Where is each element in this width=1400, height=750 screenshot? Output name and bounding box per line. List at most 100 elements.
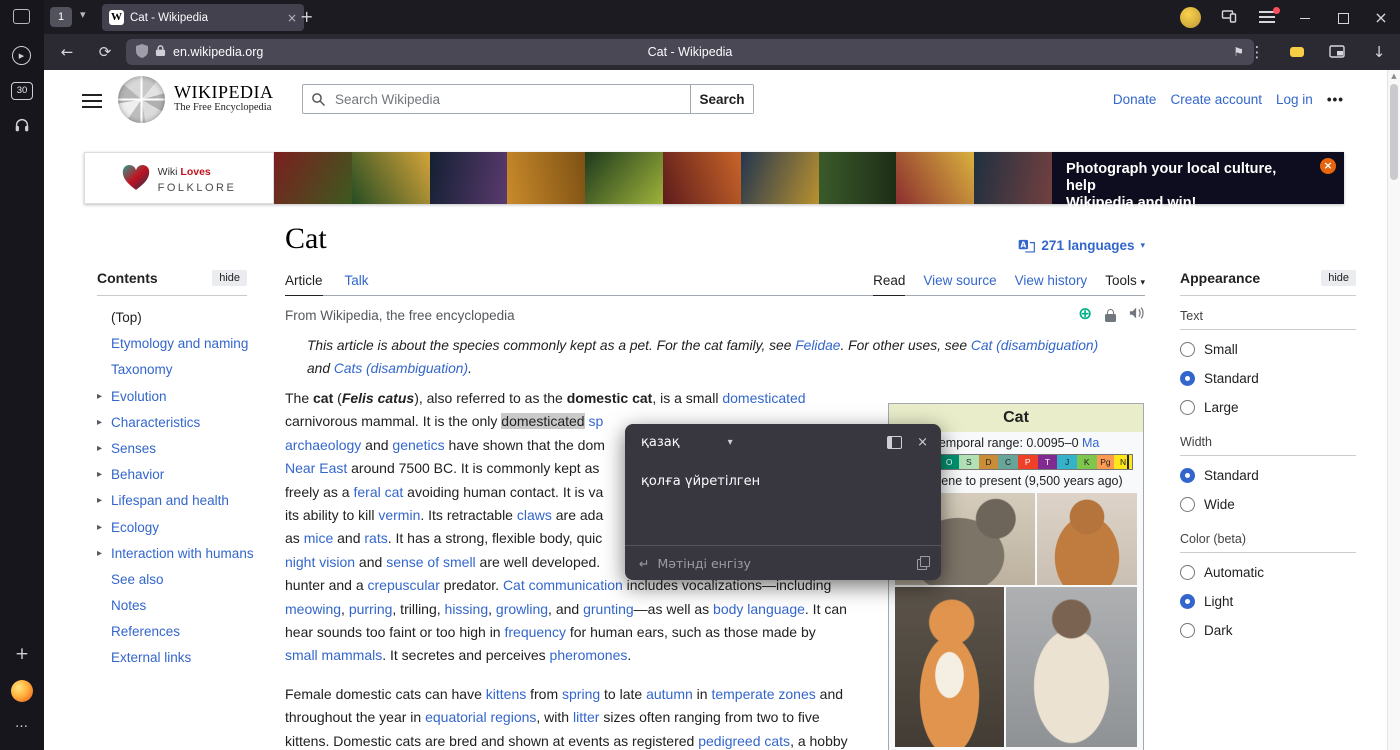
inline-link[interactable]: Cat communication: [503, 577, 623, 593]
inline-link[interactable]: sp: [588, 413, 603, 429]
inline-link[interactable]: litter: [573, 709, 599, 725]
translation-input-placeholder[interactable]: Мәтінді енгізу: [657, 556, 750, 571]
window-maximize-button[interactable]: [1324, 9, 1362, 25]
cat-photo-abyssinian[interactable]: [1037, 493, 1137, 585]
kebab-menu-icon[interactable]: ⋮: [1242, 34, 1272, 70]
banner-close-icon[interactable]: ×: [1320, 158, 1336, 174]
toc-item[interactable]: Etymology and naming: [97, 331, 257, 357]
languages-button[interactable]: A 271 languages ▾: [1018, 238, 1145, 253]
inline-link[interactable]: Cat (disambiguation): [971, 338, 1098, 353]
toc-item-top[interactable]: (Top): [97, 305, 257, 331]
toc-item[interactable]: Taxonomy: [97, 357, 257, 383]
inline-link[interactable]: kittens: [486, 686, 526, 702]
sidebar-overflow-icon[interactable]: …: [0, 716, 44, 731]
url-bar[interactable]: en.wikipedia.org Cat - Wikipedia ⚑: [126, 39, 1254, 65]
appearance-hide-button[interactable]: hide: [1321, 270, 1356, 286]
login-link[interactable]: Log in: [1276, 92, 1313, 107]
inline-link[interactable]: frequency: [504, 624, 565, 640]
listen-article-icon[interactable]: [1129, 306, 1145, 323]
chevron-right-icon[interactable]: ▸: [97, 410, 102, 436]
toc-hide-button[interactable]: hide: [212, 270, 247, 286]
reload-button[interactable]: ⟳: [90, 34, 120, 70]
app-menu-icon[interactable]: [1259, 11, 1275, 23]
tab-talk[interactable]: Talk: [345, 273, 369, 295]
toc-item[interactable]: References: [97, 619, 257, 645]
cat-photo-orange-white[interactable]: [895, 587, 1004, 747]
inline-link[interactable]: mice: [304, 530, 334, 546]
chevron-right-icon[interactable]: ▸: [97, 541, 102, 567]
view-source[interactable]: View source: [923, 273, 996, 295]
page-scrollbar[interactable]: ▲: [1387, 70, 1400, 750]
tab-article[interactable]: Article: [285, 273, 323, 296]
inline-link[interactable]: pedigreed cats: [698, 733, 790, 749]
option-text-large[interactable]: Large: [1180, 393, 1356, 422]
chevron-right-icon[interactable]: ▸: [97, 515, 102, 541]
inline-link[interactable]: crepuscular: [368, 577, 440, 593]
option-color-automatic[interactable]: Automatic: [1180, 558, 1356, 587]
chevron-right-icon[interactable]: ▸: [97, 488, 102, 514]
send-to-device-icon[interactable]: [1210, 8, 1248, 27]
popup-language-selector[interactable]: қазақ: [641, 435, 680, 450]
chevron-down-icon[interactable]: ▾: [728, 437, 733, 448]
view-history[interactable]: View history: [1015, 273, 1088, 295]
download-icon[interactable]: ↓: [1364, 34, 1394, 70]
main-menu-icon[interactable]: [82, 94, 102, 109]
inline-link[interactable]: temperate zones: [711, 686, 815, 702]
inline-link[interactable]: vermin: [378, 507, 420, 523]
extension-icon[interactable]: [1282, 34, 1312, 70]
sidebar-add-icon[interactable]: +: [0, 644, 44, 664]
popup-close-icon[interactable]: ×: [917, 435, 928, 450]
toc-item[interactable]: ▸Evolution: [97, 384, 257, 410]
inline-link[interactable]: equatorial regions: [425, 709, 536, 725]
toc-item[interactable]: External links: [97, 645, 257, 671]
wikipedia-globe-logo[interactable]: [118, 76, 165, 123]
picture-in-picture-icon[interactable]: [1322, 34, 1352, 70]
window-close-button[interactable]: ×: [1362, 8, 1400, 27]
scrollbar-thumb[interactable]: [1390, 84, 1398, 180]
create-account-link[interactable]: Create account: [1170, 92, 1262, 107]
inline-link[interactable]: purring: [349, 601, 393, 617]
inline-link[interactable]: body language: [713, 601, 805, 617]
toc-item[interactable]: ▸Lifespan and health: [97, 488, 257, 514]
cat-photo-siamese[interactable]: [1006, 587, 1137, 747]
browser-tab[interactable]: W Cat - Wikipedia ×: [102, 4, 304, 31]
back-button[interactable]: ←: [52, 34, 82, 70]
search-input[interactable]: [333, 85, 690, 113]
view-read[interactable]: Read: [873, 273, 905, 296]
inline-link[interactable]: genetics: [392, 437, 444, 453]
inline-link[interactable]: claws: [517, 507, 552, 523]
copy-icon[interactable]: [917, 557, 927, 569]
option-text-standard[interactable]: Standard: [1180, 364, 1356, 393]
option-width-wide[interactable]: Wide: [1180, 490, 1356, 519]
inline-link[interactable]: meowing: [285, 601, 341, 617]
tools-menu[interactable]: Tools ▾: [1105, 273, 1145, 295]
inline-link[interactable]: spring: [562, 686, 600, 702]
tab-close-icon[interactable]: ×: [287, 11, 297, 25]
inline-link[interactable]: hissing: [445, 601, 489, 617]
option-text-small[interactable]: Small: [1180, 335, 1356, 364]
firefox-view-icon[interactable]: [13, 9, 30, 24]
chevron-right-icon[interactable]: ▸: [97, 462, 102, 488]
inline-link[interactable]: Near East: [285, 460, 347, 476]
inline-link[interactable]: pheromones: [550, 647, 628, 663]
tab-list-chevron-icon[interactable]: ▾: [80, 8, 86, 21]
wiki-loves-folklore-banner[interactable]: Wiki Loves FOLKLORE Photograph your loca…: [84, 152, 1344, 204]
new-tab-button[interactable]: +: [300, 7, 313, 26]
wikipedia-wordmark[interactable]: WIKIPEDIA: [174, 82, 273, 103]
option-width-standard[interactable]: Standard: [1180, 461, 1356, 490]
inline-link[interactable]: rats: [364, 530, 387, 546]
inline-link[interactable]: growling: [496, 601, 548, 617]
inline-link[interactable]: domesticated: [722, 390, 805, 406]
inline-link[interactable]: autumn: [646, 686, 693, 702]
inline-link[interactable]: Felidae: [795, 338, 840, 353]
lock-icon[interactable]: [155, 44, 166, 60]
expand-panel-icon[interactable]: [887, 436, 902, 449]
donate-link[interactable]: Donate: [1113, 92, 1157, 107]
toc-item[interactable]: ▸Ecology: [97, 515, 257, 541]
firefox-logo-icon[interactable]: [11, 680, 33, 702]
window-minimize-button[interactable]: [1286, 9, 1324, 25]
ma-link[interactable]: Ma: [1082, 436, 1099, 450]
search-button[interactable]: Search: [690, 85, 753, 113]
chevron-right-icon[interactable]: ▸: [97, 436, 102, 462]
inline-link[interactable]: sense of smell: [386, 554, 475, 570]
